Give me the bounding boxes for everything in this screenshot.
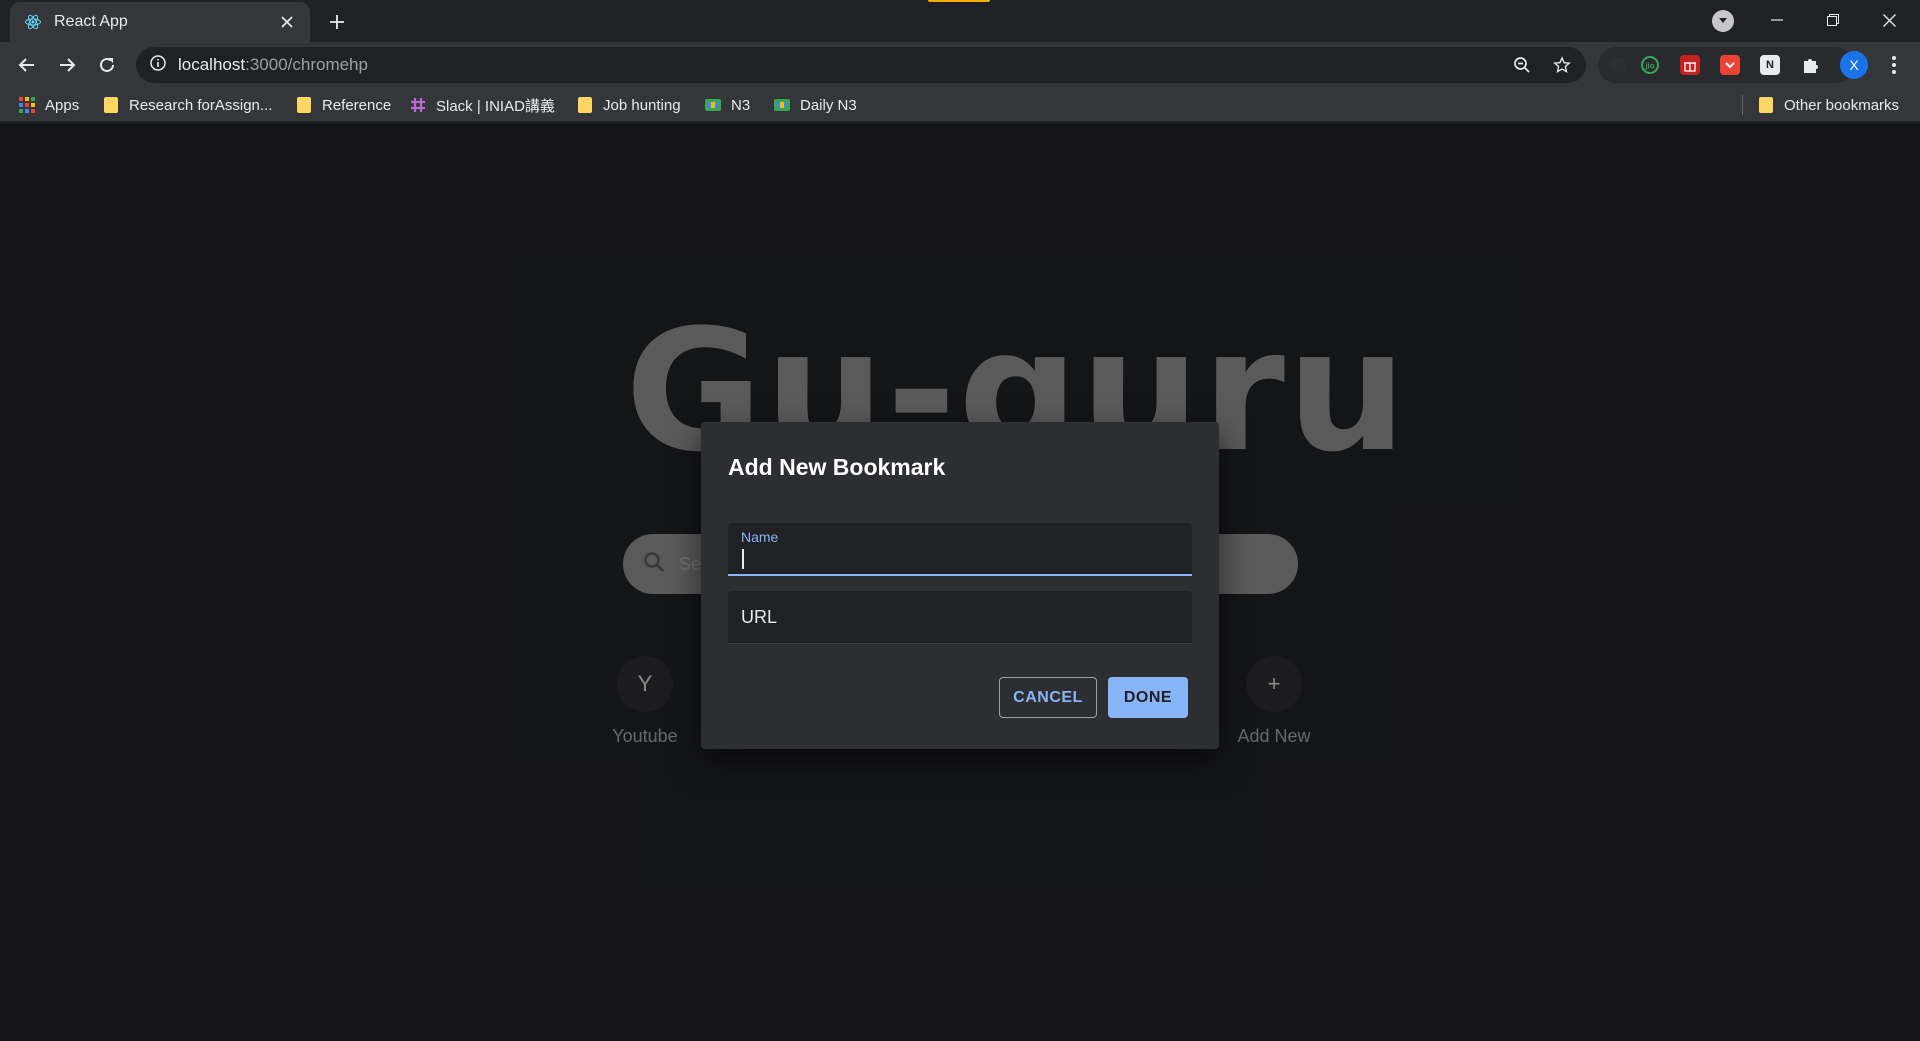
extension-pocket-icon[interactable] bbox=[1720, 55, 1740, 75]
bookmark-label: Apps bbox=[45, 96, 80, 114]
folder-icon bbox=[1758, 97, 1774, 113]
bookmarks-divider bbox=[1742, 95, 1743, 115]
forward-arrow-icon[interactable] bbox=[53, 51, 81, 79]
close-tab-icon[interactable] bbox=[276, 11, 298, 33]
url-path: :3000/chromehp bbox=[245, 55, 368, 74]
bookmark-label: Daily N3 bbox=[800, 96, 857, 114]
bookmark-favicon bbox=[774, 97, 790, 113]
bookmark-label: Job hunting bbox=[603, 96, 681, 114]
bookmark-label: N3 bbox=[731, 96, 751, 114]
star-icon[interactable] bbox=[1548, 51, 1576, 79]
tab-strip: React App bbox=[0, 0, 1920, 42]
folder-icon bbox=[296, 97, 312, 113]
restore-icon[interactable] bbox=[1810, 6, 1856, 34]
bookmark-apps[interactable]: Apps bbox=[19, 94, 79, 116]
extensions-puzzle-icon[interactable] bbox=[1800, 55, 1820, 75]
media-indicator bbox=[928, 0, 990, 2]
slack-icon bbox=[410, 97, 426, 113]
address-bar[interactable]: localhost:3000/chromehp bbox=[136, 47, 1586, 83]
extension-jio-icon[interactable]: jio bbox=[1640, 55, 1660, 75]
kebab-menu-icon[interactable] bbox=[1880, 51, 1908, 79]
bookmark-label: Slack | INIAD講義 bbox=[436, 97, 555, 115]
bookmark-reference-folder[interactable]: Reference bbox=[296, 94, 391, 116]
extension-notion-icon[interactable]: N bbox=[1760, 55, 1780, 75]
bookmark-label: Other bookmarks bbox=[1784, 96, 1900, 114]
bookmark-research-folder[interactable]: Research forAssign... bbox=[103, 94, 272, 116]
folder-icon bbox=[103, 97, 119, 113]
minimize-icon[interactable] bbox=[1754, 6, 1800, 34]
bookmark-n3[interactable]: N3 bbox=[705, 94, 750, 116]
bookmark-slack[interactable]: Slack | INIAD講義 bbox=[410, 94, 555, 116]
extension-dark-icon[interactable] bbox=[1608, 55, 1628, 75]
react-logo-icon bbox=[22, 11, 44, 33]
new-tab-icon[interactable] bbox=[323, 8, 351, 36]
bookmark-label: Research forAssign... bbox=[129, 96, 273, 114]
back-arrow-icon[interactable] bbox=[13, 51, 41, 79]
cancel-button[interactable]: CANCEL bbox=[999, 677, 1097, 718]
browser-tab[interactable]: React App bbox=[10, 2, 310, 42]
zoom-icon[interactable] bbox=[1508, 51, 1536, 79]
bookmark-label: Reference bbox=[322, 96, 392, 114]
bookmark-job-hunting-folder[interactable]: Job hunting bbox=[577, 94, 681, 116]
url-host: localhost bbox=[178, 55, 246, 74]
profile-avatar[interactable]: X bbox=[1840, 51, 1868, 79]
bookmark-daily-n3[interactable]: Daily N3 bbox=[774, 94, 857, 116]
url-field[interactable]: URL bbox=[728, 591, 1192, 644]
name-field-label: Name bbox=[741, 529, 779, 545]
folder-icon bbox=[577, 97, 593, 113]
svg-text:jio: jio bbox=[1644, 62, 1654, 71]
site-info-icon[interactable] bbox=[150, 54, 166, 76]
extensions-area: jio N bbox=[1598, 47, 1854, 83]
url-field-label: URL bbox=[741, 607, 778, 627]
tab-title: React App bbox=[54, 13, 128, 30]
bookmark-other-folder[interactable]: Other bookmarks bbox=[1758, 94, 1899, 116]
extension-gift-icon[interactable] bbox=[1680, 55, 1700, 75]
tab-search-icon[interactable] bbox=[1712, 10, 1734, 32]
bookmark-favicon bbox=[705, 97, 721, 113]
apps-grid-icon bbox=[19, 97, 35, 113]
bookmarks-bar: Apps Research forAssign... Reference Sla… bbox=[0, 88, 1920, 122]
close-window-icon[interactable] bbox=[1866, 6, 1912, 34]
add-bookmark-dialog: Add New Bookmark Name URL CANCEL DONE bbox=[701, 422, 1219, 749]
name-field[interactable]: Name bbox=[728, 523, 1192, 576]
reload-icon[interactable] bbox=[93, 51, 121, 79]
done-button[interactable]: DONE bbox=[1108, 677, 1188, 718]
dialog-title: Add New Bookmark bbox=[728, 454, 946, 480]
text-caret bbox=[742, 549, 744, 569]
browser-toolbar: localhost:3000/chromehp jio N X bbox=[0, 42, 1920, 88]
